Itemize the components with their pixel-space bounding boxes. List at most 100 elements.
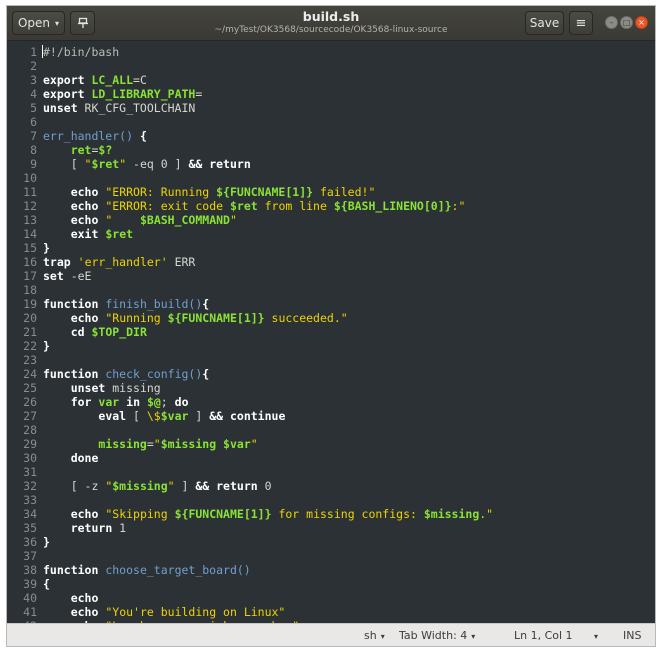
code-token: done [70, 451, 99, 465]
cursor-position[interactable]: Ln 1, Col 1 [514, 629, 573, 642]
line-number: 36 [23, 535, 37, 549]
line-number: 2 [30, 59, 37, 73]
line-code: missing="$missing $var" [43, 437, 258, 451]
code-token: succeeded." [264, 311, 348, 325]
line-code: unset missing [43, 381, 161, 395]
line-number: 40 [23, 591, 37, 605]
line-code: [ "$ret" -eq 0 ] && return [43, 157, 251, 171]
tab-width-selector[interactable]: Tab Width: 4 ▾ [399, 629, 475, 642]
position-menu[interactable]: ▾ [594, 629, 598, 642]
code-token: $missing [423, 507, 480, 521]
code-token: in [126, 395, 140, 409]
line-code: echo [43, 591, 99, 605]
code-token: { [43, 577, 50, 591]
pin-button[interactable] [70, 11, 95, 35]
open-button[interactable]: Open ▾ [12, 11, 65, 35]
line-number: 28 [23, 423, 37, 437]
pin-icon [77, 17, 88, 28]
code-token: eval [98, 409, 127, 423]
code-token: && return [188, 157, 251, 171]
code-token: } [43, 241, 50, 255]
maximize-icon[interactable]: □ [620, 16, 633, 29]
line-number: 30 [23, 451, 37, 465]
line-code: #!/bin/bash [43, 45, 119, 59]
code-token: echo [70, 507, 99, 521]
line-code: done [43, 451, 99, 465]
line-number: 12 [23, 199, 37, 213]
line-number: 3 [30, 73, 37, 87]
code-token: $missing [112, 479, 168, 493]
line-number: 24 [23, 367, 37, 381]
code-editor[interactable]: 1 #!/bin/bash 2 3 export LC_ALL=C 4 export LD_… [7, 41, 655, 623]
code-token: err_handler() [43, 129, 134, 143]
line-number: 34 [23, 507, 37, 521]
save-button[interactable]: Save [525, 11, 564, 35]
line-number: 22 [23, 339, 37, 353]
close-icon[interactable]: × [635, 16, 648, 29]
window-title-block: build.sh ~/myTest/OK3568/sourcecode/OK35… [207, 10, 455, 36]
code-token: #!/bin/bash [43, 45, 120, 59]
code-token: echo [70, 591, 99, 605]
line-code: set -eE [43, 269, 91, 283]
code-token: "Skipping [105, 507, 175, 521]
code-token: ; [160, 395, 175, 409]
code-token: ] [174, 479, 196, 493]
line-number: 38 [23, 563, 37, 577]
line-number: 33 [23, 493, 37, 507]
code-token: =C [133, 73, 147, 87]
line-number: 6 [30, 115, 37, 129]
code-token: ERR [167, 255, 196, 269]
line-number: 19 [23, 297, 37, 311]
code-token: " [250, 437, 258, 451]
code-token: failed!" [313, 185, 376, 199]
code-token: for [70, 395, 92, 409]
line-code: echo " $BASH_COMMAND" [43, 213, 237, 227]
code-token: ${FUNCNAME[1]} [174, 507, 272, 521]
line-code: echo "Running ${FUNCNAME[1]} succeeded." [43, 311, 348, 325]
line-number: 29 [23, 437, 37, 451]
minimize-icon[interactable]: – [605, 16, 618, 29]
code-token: "ERROR: Running [105, 185, 217, 199]
code-token: \$ [146, 409, 161, 423]
line-code: { [43, 577, 50, 591]
line-number: 20 [23, 311, 37, 325]
code-token: $ret [229, 199, 258, 213]
code-token: check_config() [105, 367, 203, 381]
code-token: export [43, 73, 85, 87]
code-token: [ [43, 157, 85, 171]
code-token: = [195, 87, 203, 101]
line-code: err_handler() { [43, 129, 147, 143]
cursor-position-label: Ln 1, Col 1 [514, 629, 573, 642]
language-label: sh [364, 629, 377, 642]
insert-mode-label: INS [623, 629, 642, 642]
line-number: 9 [30, 157, 37, 171]
line-code: function finish_build(){ [43, 297, 209, 311]
code-token: } [43, 339, 50, 353]
line-code: } [43, 241, 50, 255]
hamburger-menu-icon[interactable]: ≡ [569, 11, 593, 35]
tab-width-label: Tab Width: 4 [399, 629, 468, 642]
line-code: exit $ret [43, 227, 133, 241]
language-selector[interactable]: sh ▾ [364, 629, 385, 642]
code-token: from line [257, 199, 334, 213]
line-number: 35 [23, 521, 37, 535]
code-token: export [43, 87, 85, 101]
chevron-down-icon: ▾ [471, 632, 476, 641]
code-token: ." [479, 507, 494, 521]
code-token: 1 [112, 521, 127, 535]
code-token: missing [105, 381, 161, 395]
code-token: && return [195, 479, 258, 493]
code-token: " [167, 479, 175, 493]
